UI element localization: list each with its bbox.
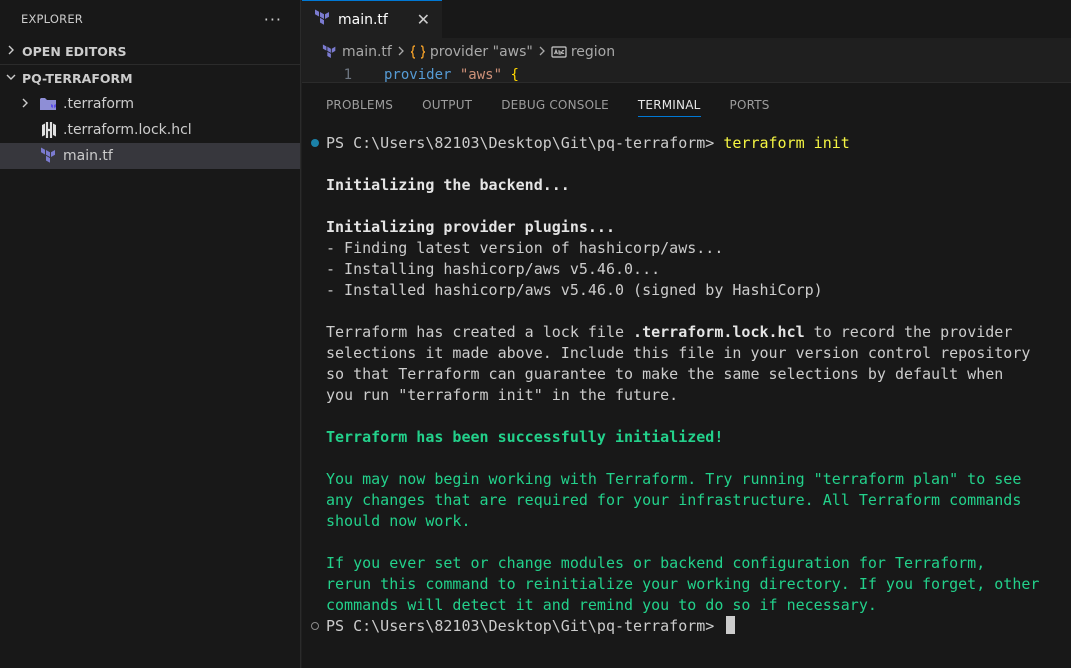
terminal-cursor (726, 616, 736, 634)
open-editors-label: OPEN EDITORS (22, 43, 127, 59)
terminal-line: - Installing hashicorp/aws v5.46.0... (326, 260, 661, 278)
code-string: "aws" (459, 67, 503, 82)
code-brace: { (510, 67, 519, 82)
tree-item-label: .terraform (63, 96, 135, 112)
breadcrumb-attr[interactable]: region (551, 44, 615, 60)
code-keyword: provider (384, 67, 452, 82)
chevron-right-icon (6, 45, 22, 58)
chevron-down-icon (6, 72, 22, 85)
breadcrumb: main.tf provider "aws" region (302, 38, 1071, 66)
tab-terminal[interactable]: TERMINAL (637, 83, 701, 127)
chevron-right-icon (397, 45, 405, 59)
chevron-right-icon (538, 45, 546, 59)
tab-problems[interactable]: PROBLEMS (326, 83, 393, 127)
bottom-panel: PROBLEMS OUTPUT DEBUG CONSOLE TERMINAL P… (302, 82, 1071, 668)
terminal-line: Terraform has created a lock file .terra… (326, 323, 1013, 341)
terminal-line: you run "terraform init" in the future. (326, 386, 679, 404)
terminal-prompt: PS C:\Users\82103\Desktop\Git\pq-terrafo… (326, 134, 724, 152)
terminal-line: commands will detect it and remind you t… (326, 596, 877, 614)
open-editors-section[interactable]: OPEN EDITORS (0, 38, 300, 64)
command-pending-icon[interactable] (311, 622, 319, 630)
terraform-file-icon (38, 147, 60, 165)
tree-item-label: .terraform.lock.hcl (63, 122, 192, 138)
tab-debug-console[interactable]: DEBUG CONSOLE (501, 83, 609, 127)
breadcrumb-file-label: main.tf (342, 44, 392, 60)
terminal-line: should now work. (326, 512, 471, 530)
tab-main-tf[interactable]: main.tf ✕ (302, 0, 442, 38)
breadcrumb-attr-label: region (570, 44, 616, 60)
breadcrumb-block[interactable]: provider "aws" (410, 44, 533, 60)
terminal-line: - Installed hashicorp/aws v5.46.0 (signe… (326, 281, 823, 299)
braces-icon (410, 44, 426, 60)
terminal-line: Terraform has been successfully initiali… (326, 428, 724, 446)
folder-terraform-icon (38, 96, 60, 112)
terminal-prompt: PS C:\Users\82103\Desktop\Git\pq-terrafo… (326, 617, 724, 635)
code-line-1[interactable]: 1 provider "aws" { (302, 66, 1071, 82)
panel-tab-bar: PROBLEMS OUTPUT DEBUG CONSOLE TERMINAL P… (302, 83, 1071, 127)
editor-area: main.tf ✕ main.tf provider "aws" region … (302, 0, 1071, 668)
tree-item-terraform-folder[interactable]: .terraform (0, 91, 300, 117)
terraform-file-icon (314, 9, 332, 31)
close-icon[interactable]: ✕ (417, 10, 430, 29)
terminal-line: PS C:\Users\82103\Desktop\Git\pq-terrafo… (302, 616, 1071, 637)
tree-item-main-tf[interactable]: main.tf (0, 143, 300, 169)
terminal-command: terraform init (723, 134, 850, 152)
line-number: 1 (343, 67, 352, 82)
text-field-icon (551, 44, 567, 60)
hcl-file-icon (38, 121, 60, 139)
tab-ports[interactable]: PORTS (730, 83, 770, 127)
tab-label: main.tf (338, 11, 388, 28)
tab-bar: main.tf ✕ (302, 0, 1071, 38)
terminal-line: Initializing the backend... (326, 176, 570, 194)
terminal-line: You may now begin working with Terraform… (326, 470, 1022, 488)
explorer-sidebar: EXPLORER ··· OPEN EDITORS PQ-TERRAFORM .… (0, 0, 301, 668)
terraform-file-icon (322, 44, 338, 60)
tab-output[interactable]: OUTPUT (422, 83, 472, 127)
terminal-line: any changes that are required for your i… (326, 491, 1022, 509)
terminal-line: PS C:\Users\82103\Desktop\Git\pq-terrafo… (302, 133, 1071, 154)
terminal-line: selections it made above. Include this f… (326, 344, 1031, 362)
project-label: PQ-TERRAFORM (22, 70, 133, 86)
tree-item-label: main.tf (63, 148, 113, 164)
terminal-line: rerun this command to reinitialize your … (326, 575, 1040, 593)
chevron-right-icon (20, 97, 34, 112)
breadcrumb-block-label: provider "aws" (429, 44, 533, 60)
terminal-line: - Finding latest version of hashicorp/aw… (326, 239, 724, 257)
terminal-line: Initializing provider plugins... (326, 218, 615, 236)
breadcrumb-file[interactable]: main.tf (322, 44, 392, 60)
tree-item-lock-file[interactable]: .terraform.lock.hcl (0, 117, 300, 143)
project-section[interactable]: PQ-TERRAFORM (0, 65, 300, 91)
terminal-line: If you ever set or change modules or bac… (326, 554, 986, 572)
more-actions-icon[interactable]: ··· (264, 10, 282, 29)
terminal-line: so that Terraform can guarantee to make … (326, 365, 1004, 383)
command-success-icon[interactable] (311, 139, 319, 147)
explorer-title: EXPLORER (21, 12, 83, 26)
terminal[interactable]: PS C:\Users\82103\Desktop\Git\pq-terrafo… (302, 133, 1071, 637)
explorer-header: EXPLORER ··· (0, 0, 300, 38)
